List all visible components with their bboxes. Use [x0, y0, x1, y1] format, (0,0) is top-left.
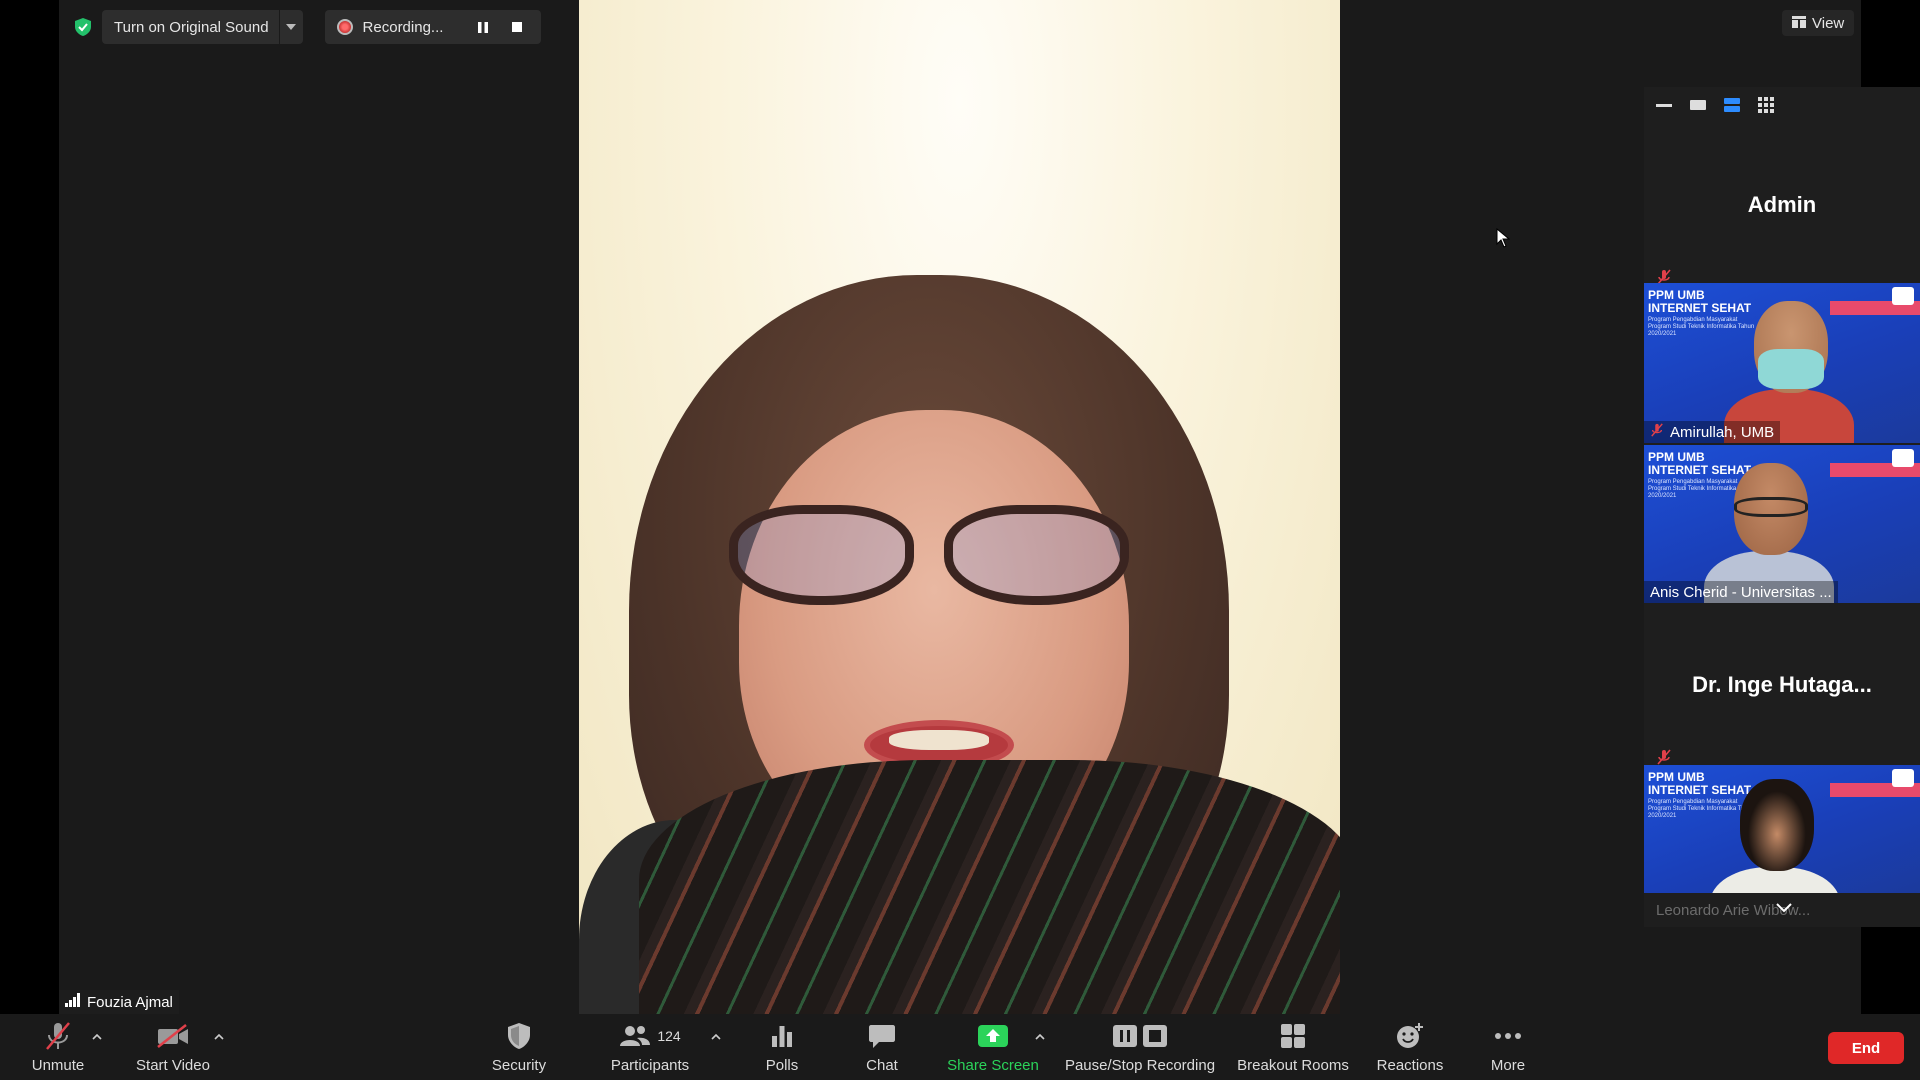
video-scarf [639, 760, 1340, 1014]
participant-video [1710, 779, 1840, 893]
muted-mic-icon [1656, 265, 1672, 285]
face-mask [1758, 349, 1824, 389]
slide-logo-icon [1892, 449, 1914, 467]
audio-options-chevron-icon[interactable] [90, 1030, 104, 1044]
share-screen-arrow-icon [978, 1019, 1008, 1053]
start-video-label: Start Video [136, 1057, 210, 1074]
more-ellipsis-icon [1494, 1019, 1522, 1053]
minimize-icon[interactable] [1654, 95, 1674, 115]
share-screen-label: Share Screen [947, 1057, 1039, 1074]
reactions-button[interactable]: Reactions [1370, 1014, 1450, 1080]
video-options-chevron-icon[interactable] [212, 1030, 226, 1044]
more-label: More [1490, 1057, 1526, 1074]
scroll-down-chevron-icon[interactable] [1772, 899, 1796, 917]
video-glasses [1734, 497, 1808, 517]
participant-name: Anis Cherid - Universitas ... [1650, 583, 1832, 601]
recording-label: Recording... [362, 18, 444, 36]
participant-video [1724, 301, 1854, 443]
participant-name: Admin [1747, 192, 1817, 217]
participants-icon-group: 124 [619, 1019, 681, 1053]
slide-logo-icon [1892, 769, 1914, 787]
video-head [1740, 779, 1814, 871]
video-off-icon [156, 1019, 190, 1053]
polls-button[interactable]: Polls [752, 1014, 812, 1080]
view-label: View [1812, 14, 1845, 32]
share-options-chevron-icon[interactable] [1033, 1030, 1047, 1044]
stop-recording-icon[interactable] [505, 15, 529, 39]
recording-indicator: Recording... [324, 10, 542, 44]
zoom-meeting-window: Turn on Original Sound Recording... View [0, 0, 1920, 1080]
participant-tile-admin[interactable]: Admin [1644, 125, 1920, 285]
original-sound-label: Turn on Original Sound [114, 18, 269, 36]
video-teeth [889, 730, 989, 750]
pause-stop-recording-label: Pause/Stop Recording [1064, 1057, 1216, 1074]
view-button[interactable]: View [1782, 10, 1855, 36]
breakout-rooms-label: Breakout Rooms [1237, 1057, 1349, 1074]
security-shield-icon [506, 1019, 532, 1053]
original-sound-dropdown-icon[interactable] [278, 10, 303, 44]
recording-dot-icon [336, 19, 353, 35]
view-grid-icon [1792, 15, 1806, 32]
signal-strength-icon [65, 993, 81, 1011]
active-speaker-video[interactable] [579, 0, 1340, 1014]
muted-mic-icon [1656, 745, 1672, 765]
polls-bar-chart-icon [770, 1019, 794, 1053]
participant-name: Amirullah, UMB [1670, 423, 1775, 441]
participants-options-chevron-icon[interactable] [709, 1030, 723, 1044]
participants-icon [620, 1026, 651, 1046]
meeting-toolbar: Unmute Start Video Security 124 Particip… [0, 1014, 1920, 1080]
participant-tile-anis-cherid[interactable]: PPM UMB INTERNET SEHAT Program Pengabdia… [1644, 445, 1920, 603]
participant-name: Dr. Inge Hutaga... [1692, 672, 1872, 697]
reactions-smiley-icon [1396, 1019, 1424, 1053]
share-screen-button[interactable]: Share Screen [940, 1014, 1046, 1080]
breakout-rooms-icon [1280, 1019, 1306, 1053]
encryption-shield-icon[interactable] [72, 16, 94, 38]
chat-bubble-icon [868, 1019, 896, 1053]
strip-view-icon[interactable] [1722, 95, 1742, 115]
muted-microphone-icon [43, 1019, 73, 1053]
chat-label: Chat [866, 1057, 898, 1074]
breakout-rooms-button[interactable]: Breakout Rooms [1234, 1014, 1352, 1080]
polls-label: Polls [765, 1057, 799, 1074]
unmute-button[interactable]: Unmute [22, 1014, 94, 1080]
original-sound-button[interactable]: Turn on Original Sound [102, 10, 303, 44]
participants-count: 124 [657, 1028, 681, 1044]
grid-view-icon[interactable] [1756, 95, 1776, 115]
video-glass-left [729, 505, 914, 605]
participant-tile-dr-inge[interactable]: Dr. Inge Hutaga... [1644, 605, 1920, 765]
participant-tile-leonardo[interactable]: PPM UMB INTERNET SEHAT Program Pengabdia… [1644, 765, 1920, 893]
panel-toolbar [1644, 87, 1920, 123]
unmute-label: Unmute [31, 1057, 85, 1074]
muted-mic-icon [1650, 423, 1664, 441]
video-glass-right [944, 505, 1129, 605]
mouse-cursor-icon [1496, 227, 1511, 253]
end-meeting-button[interactable]: End [1828, 1032, 1904, 1064]
more-button[interactable]: More [1478, 1014, 1538, 1080]
pause-stop-icons [1111, 1019, 1169, 1053]
slide-title: PPM UMB INTERNET SEHAT [1648, 288, 1752, 315]
participants-label: Participants [610, 1057, 690, 1074]
pause-recording-icon[interactable] [471, 15, 495, 39]
start-video-button[interactable]: Start Video [128, 1014, 218, 1080]
speaker-name: Fouzia Ajmal [87, 993, 173, 1011]
reactions-label: Reactions [1376, 1057, 1444, 1074]
pause-stop-recording-icon [1113, 1025, 1167, 1047]
slide-subtitle: Program Pengabdian Masyarakat Program St… [1648, 317, 1755, 337]
participant-tile-amirullah[interactable]: PPM UMB INTERNET SEHAT Program Pengabdia… [1644, 283, 1920, 443]
video-glasses [729, 505, 1129, 610]
chat-button[interactable]: Chat [852, 1014, 912, 1080]
participant-label: Amirullah, UMB [1644, 421, 1781, 443]
security-label: Security [491, 1057, 547, 1074]
slide-logo-icon [1892, 287, 1914, 305]
top-left-controls: Turn on Original Sound Recording... [72, 10, 542, 44]
participant-label: Anis Cherid - Universitas ... [1644, 581, 1838, 603]
security-button[interactable]: Security [478, 1014, 560, 1080]
speaker-name-tag: Fouzia Ajmal [59, 990, 179, 1014]
gallery-side-panel: Admin PPM UMB INTERNET SEHAT Program Pen… [1644, 87, 1920, 927]
single-video-icon[interactable] [1688, 95, 1708, 115]
pause-stop-recording-button[interactable]: Pause/Stop Recording [1064, 1014, 1216, 1080]
participants-button[interactable]: 124 Participants [604, 1014, 696, 1080]
